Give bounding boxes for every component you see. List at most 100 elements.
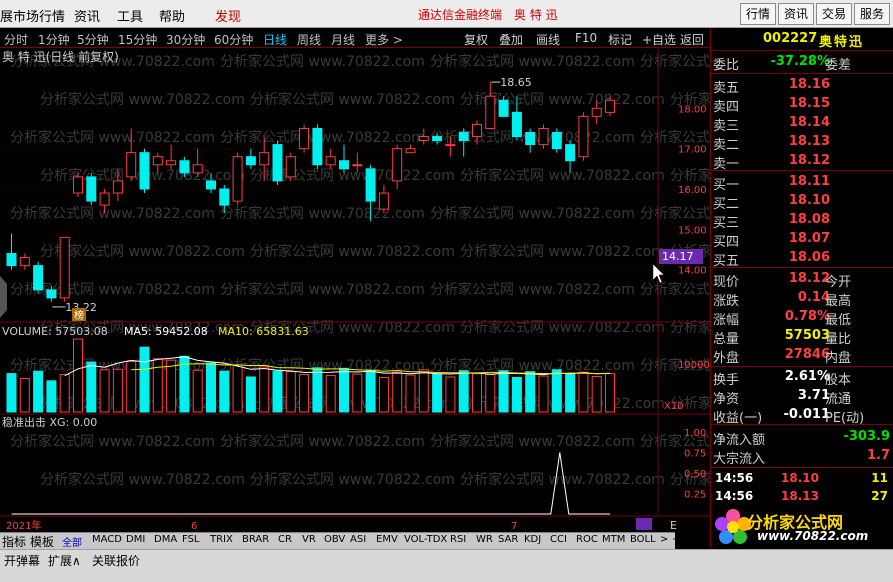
menu-info[interactable]: 资讯: [74, 6, 100, 25]
indicator-tab[interactable]: ROC: [576, 534, 598, 545]
ma5-header: MA5: 59452.08: [124, 325, 208, 338]
candle-down: [179, 160, 190, 174]
indicator-tab[interactable]: BRAR: [242, 534, 269, 545]
adjust-button[interactable]: 复权: [464, 31, 488, 48]
volume-bar: [405, 374, 416, 413]
trade-button[interactable]: 交易: [816, 3, 852, 25]
indicator-tab[interactable]: 模板: [30, 533, 54, 550]
back-button[interactable]: 返回: [680, 31, 704, 48]
period-tab[interactable]: 月线: [331, 31, 355, 48]
expand-button[interactable]: 扩展∧: [48, 552, 81, 569]
indicator-tab[interactable]: TRIX: [210, 534, 233, 545]
period-tab[interactable]: 60分钟: [214, 31, 253, 48]
indicator-tab-active[interactable]: 全部: [62, 534, 82, 549]
indicator-tick-label: 0.75: [684, 449, 706, 460]
expand-handle-icon[interactable]: [0, 276, 7, 318]
buy-level-row[interactable]: 买四 18.07: [711, 230, 893, 250]
period-tab[interactable]: 30分钟: [166, 31, 205, 48]
indicator-tab[interactable]: DMI: [126, 534, 145, 545]
candle-up: [126, 152, 137, 178]
period-more[interactable]: 更多 >: [365, 31, 403, 48]
period-tab-active[interactable]: 日线: [263, 31, 287, 48]
indicator-tab[interactable]: WR: [476, 534, 493, 545]
period-tab[interactable]: 分时: [4, 31, 28, 48]
divider: [711, 366, 893, 367]
indicator-tab[interactable]: >: [660, 534, 668, 545]
indicator-tab[interactable]: BOLL: [630, 534, 656, 545]
buy-level-row[interactable]: 买五 18.06: [711, 249, 893, 269]
indicator-tab[interactable]: CR: [278, 534, 292, 545]
volume-bar: [578, 371, 589, 413]
add-watchlist-button[interactable]: +自选: [642, 31, 676, 48]
net-flow-label: 净流入额: [713, 433, 766, 448]
marker-badge[interactable]: 榜: [74, 309, 84, 322]
volume-bar: [112, 368, 123, 413]
price-tick-label: 17.00: [678, 145, 707, 156]
volume-bar: [99, 369, 110, 413]
indicator-tab[interactable]: FSL: [182, 534, 200, 545]
volume-bar: [73, 338, 83, 413]
info-button[interactable]: 资讯: [778, 3, 814, 25]
f10-button[interactable]: F10: [575, 31, 597, 45]
period-tab[interactable]: 5分钟: [77, 31, 109, 48]
buy-level-row[interactable]: 买一 18.11: [711, 173, 893, 193]
indicator-tab[interactable]: CCI: [550, 534, 567, 545]
indicator-tab[interactable]: ASI: [350, 534, 366, 545]
scroll-marker[interactable]: [636, 518, 652, 530]
volume-bar: [272, 370, 283, 413]
indicator-tab[interactable]: 指标: [2, 533, 26, 550]
indicator-tab[interactable]: +: [672, 534, 680, 545]
mark-button[interactable]: 标记: [608, 31, 632, 48]
candle-up: [73, 176, 83, 194]
menu-tools[interactable]: 工具: [117, 6, 143, 25]
volume-bar: [538, 375, 549, 413]
candle-up: [591, 107, 602, 117]
sell-level-row[interactable]: 卖三 18.14: [711, 114, 893, 134]
buy-level-row[interactable]: 买三 18.08: [711, 211, 893, 231]
sell-level-row[interactable]: 卖五 18.16: [711, 76, 893, 96]
indicator-tab[interactable]: EMV: [376, 534, 398, 545]
candle-down: [498, 99, 509, 117]
indicator-tab[interactable]: MTM: [602, 534, 625, 545]
indicator-tab[interactable]: KDJ: [524, 534, 541, 545]
menu-discover[interactable]: 发现: [215, 6, 241, 25]
menu-market[interactable]: 展市场行情: [0, 6, 65, 25]
candle-up: [59, 236, 70, 299]
menu-help[interactable]: 帮助: [159, 6, 185, 25]
sell-level-label: 卖二: [713, 138, 740, 153]
period-tab[interactable]: 周线: [297, 31, 321, 48]
sell-level-row[interactable]: 卖四 18.15: [711, 95, 893, 115]
divider: [711, 50, 893, 51]
sell-level-row[interactable]: 卖二 18.13: [711, 133, 893, 153]
indicator-tab[interactable]: VR: [302, 534, 316, 545]
volume-bar: [485, 374, 496, 413]
corner-label: E: [670, 519, 677, 532]
overlay-button[interactable]: 叠加: [499, 31, 523, 48]
date-label: 2021年: [6, 519, 41, 532]
danmaku-button[interactable]: 开弹幕: [4, 552, 40, 569]
tick-time: 14:56: [715, 471, 754, 485]
indicator-tab[interactable]: SAR: [498, 534, 518, 545]
kline-chart[interactable]: 分析家公式网 www.70822.com 分析家公式网 www.70822.com…: [0, 48, 710, 532]
related-quote-button[interactable]: 关联报价: [92, 552, 140, 569]
sell-level-row[interactable]: 卖一 18.12: [711, 152, 893, 172]
volume-bar: [6, 373, 17, 413]
indicator-tab[interactable]: RSI: [450, 534, 466, 545]
buy-level-price: 18.10: [788, 193, 830, 208]
indicator-tab[interactable]: VOL-TDX: [404, 534, 447, 545]
candle-down: [458, 132, 469, 142]
net-flow-row: 净流入额 -303.9: [711, 428, 893, 448]
service-button[interactable]: 服务: [854, 3, 890, 25]
candle-up: [259, 152, 270, 166]
brand-title: 通达信金融终端: [418, 8, 503, 22]
period-tab[interactable]: 1分钟: [38, 31, 70, 48]
buy-level-row[interactable]: 买二 18.10: [711, 192, 893, 212]
indicator-tab[interactable]: MACD: [92, 534, 122, 545]
indicator-tab[interactable]: OBV: [324, 534, 345, 545]
period-tab[interactable]: 15分钟: [118, 31, 157, 48]
draw-button[interactable]: 画线: [536, 31, 560, 48]
stat-label-2: 内盘: [825, 351, 852, 366]
stat-label: 涨跌: [713, 294, 740, 309]
quote-button[interactable]: 行情: [740, 3, 776, 25]
indicator-tab[interactable]: DMA: [154, 534, 177, 545]
